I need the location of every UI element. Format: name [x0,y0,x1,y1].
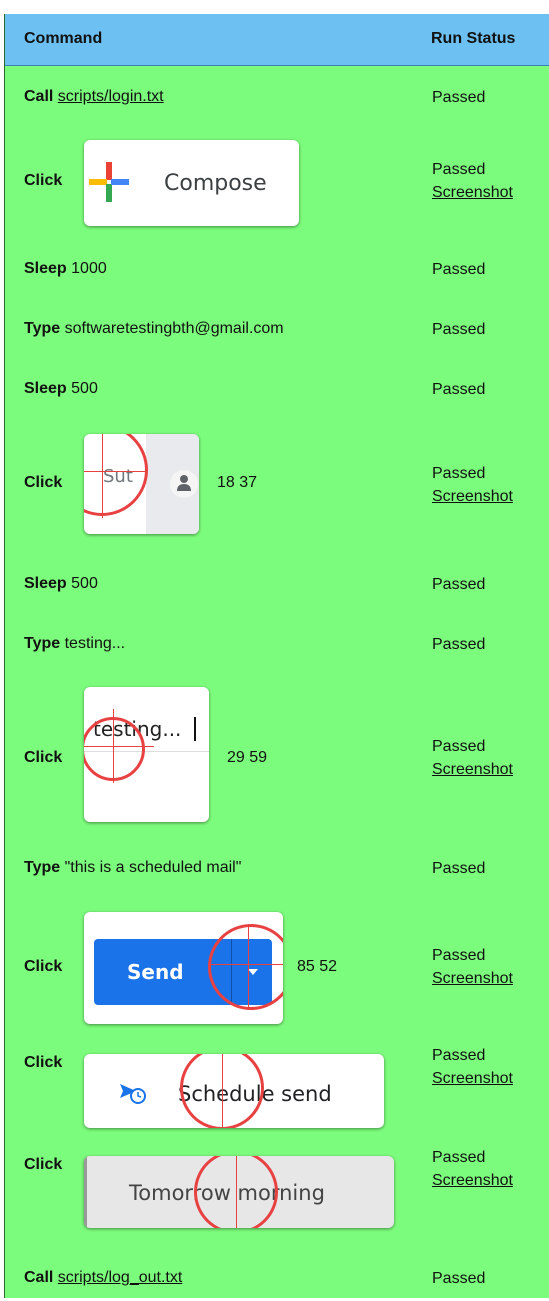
click-target-marker [84,717,145,781]
screenshot-link[interactable]: Screenshot [432,1067,513,1090]
command-argument: 1000 [71,260,107,277]
status-text: Passed [432,89,486,106]
tomorrow-morning-thumbnail[interactable]: Tomorrow morning [84,1156,394,1228]
schedule-send-thumbnail[interactable]: Schedule send [84,1054,384,1128]
script-link[interactable]: scripts/log_out.txt [58,1269,183,1286]
status-text: Passed [432,860,486,877]
command-keyword: Click [24,1156,63,1173]
status-text: Passed [432,465,486,482]
script-link[interactable]: scripts/login.txt [58,88,164,105]
command-column-header: Command [24,30,103,47]
command-argument: softwaretestingbth@gmail.com [64,320,284,337]
schedule-send-icon [120,1084,146,1104]
send-button-thumbnail[interactable]: Send [84,912,283,1024]
status-text: Passed [432,1270,486,1287]
subject-field-thumbnail[interactable]: Sut [84,434,199,534]
screenshot-link[interactable]: Screenshot [432,758,513,781]
screenshot-link[interactable]: Screenshot [432,1169,513,1192]
status-text: Passed [432,381,486,398]
command-keyword: Click [24,474,63,491]
status-text: Passed [432,636,486,653]
run-results-table: Command Run Status Call scripts/login.tx… [4,14,549,1298]
compose-label: Compose [164,171,267,196]
screenshot-link[interactable]: Screenshot [432,181,513,204]
command-argument: 500 [71,575,98,592]
click-coordinates: 29 59 [227,749,268,766]
person-icon [177,475,191,491]
compose-thumbnail[interactable]: Compose [84,140,299,226]
command-keyword: Click [24,1054,63,1071]
command-keyword: Click [24,958,63,975]
command-keyword: Type [24,320,61,337]
command-argument: "this is a scheduled mail" [64,859,242,876]
command-argument: testing... [64,635,126,652]
status-text: Passed [432,1149,486,1166]
click-coordinates: 18 37 [217,474,258,491]
status-text: Passed [432,738,486,755]
command-keyword: Call [24,1269,54,1286]
status-text: Passed [432,576,486,593]
command-keyword: Call [24,88,54,105]
send-label: Send [127,960,184,984]
status-text: Passed [432,321,486,338]
command-keyword: Sleep [24,260,67,277]
command-keyword: Type [24,635,61,652]
table-header: Command Run Status [5,14,549,66]
command-keyword: Click [24,172,63,189]
command-keyword: Sleep [24,575,67,592]
command-argument: 500 [71,380,98,397]
command-keyword: Sleep [24,380,67,397]
status-text: Passed [432,261,486,278]
command-keyword: Click [24,749,63,766]
message-body-thumbnail[interactable]: testing... [84,687,209,822]
run-status-column-header: Run Status [431,30,516,47]
screenshot-link[interactable]: Screenshot [432,485,513,508]
status-text: Passed [432,161,486,178]
click-coordinates: 85 52 [297,958,338,975]
click-target-marker [84,434,148,516]
status-text: Passed [432,947,486,964]
compose-plus-icon [89,162,129,202]
status-text: Passed [432,1047,486,1064]
screenshot-link[interactable]: Screenshot [432,967,513,990]
command-keyword: Type [24,859,61,876]
